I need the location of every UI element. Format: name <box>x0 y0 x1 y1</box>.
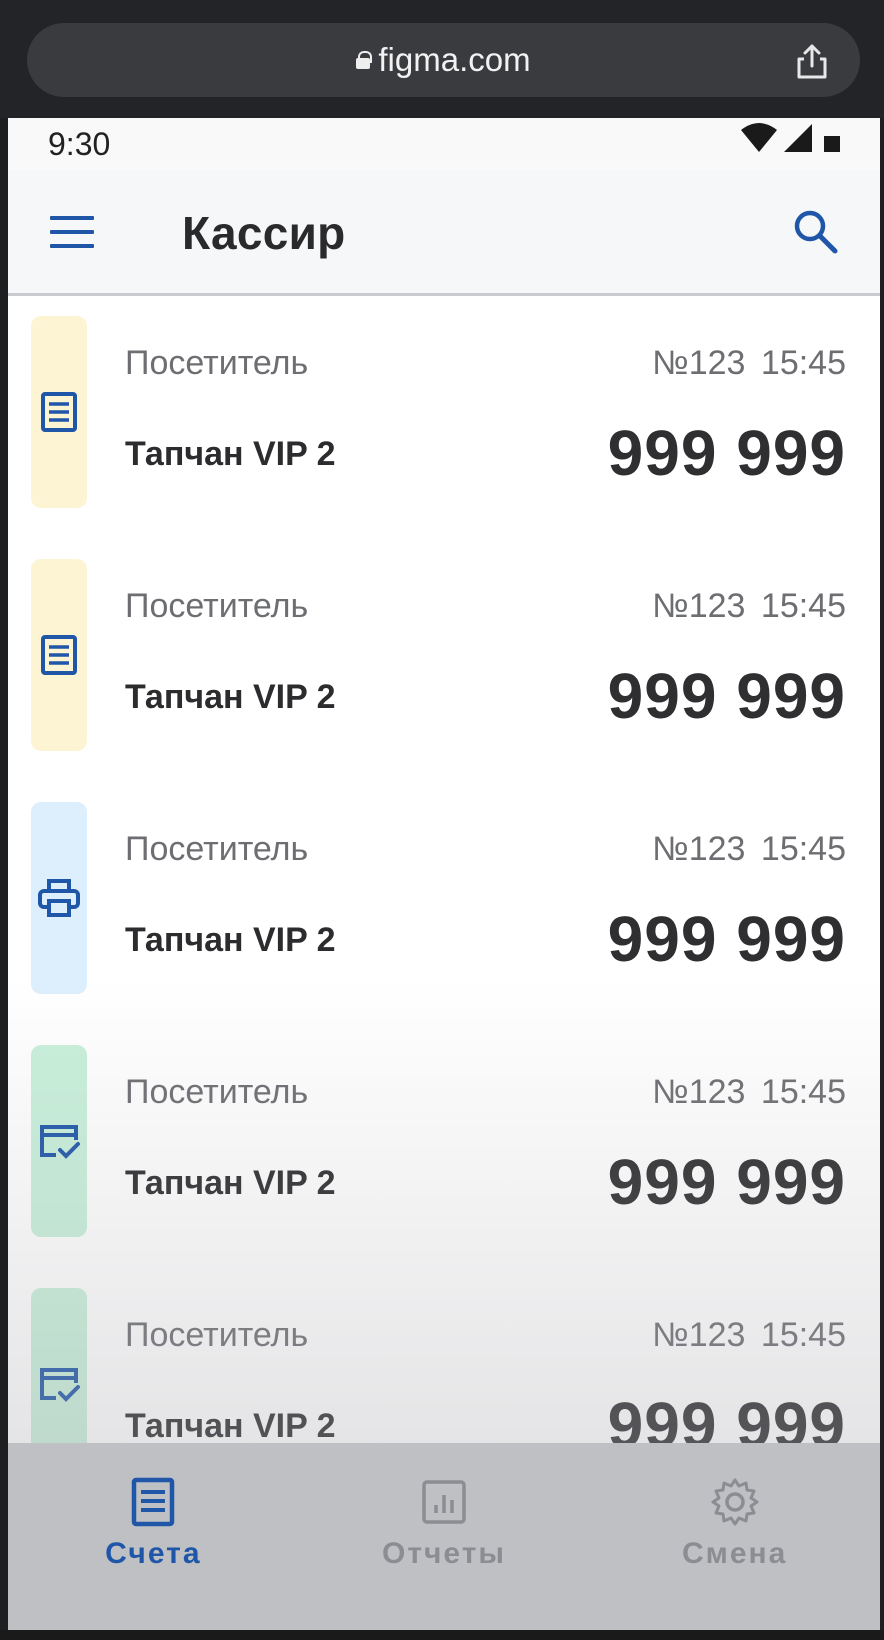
gear-icon <box>711 1478 759 1526</box>
order-meta: №123 15:45 <box>652 830 846 869</box>
order-time: 15:45 <box>760 344 846 382</box>
nav-label: Отчеты <box>381 1537 507 1570</box>
order-number: №123 <box>652 830 746 868</box>
visitor-label: Посетитель <box>125 1073 309 1111</box>
nav-item-accounts[interactable]: Счета <box>8 1443 299 1630</box>
address-bar[interactable]: figma.com <box>27 23 860 97</box>
receipt-icon <box>132 1477 175 1527</box>
printer-icon <box>38 879 80 917</box>
url-text: figma.com <box>378 41 531 78</box>
order-status-strip <box>31 1045 87 1237</box>
order-row[interactable]: Посетитель №123 15:45 Тапчан VIP 2 999 9… <box>8 298 880 541</box>
wifi-icon <box>741 123 777 152</box>
order-number: №123 <box>652 344 746 382</box>
order-time: 15:45 <box>760 1316 846 1354</box>
order-time: 15:45 <box>760 587 846 625</box>
browser-bar: figma.com <box>0 0 884 118</box>
order-meta: №123 15:45 <box>652 344 846 383</box>
order-row[interactable]: Посетитель №123 15:45 Тапчан VIP 2 999 9… <box>8 1027 880 1270</box>
order-meta: №123 15:45 <box>652 1316 846 1355</box>
order-meta: №123 15:45 <box>652 1073 846 1112</box>
visitor-label: Посетитель <box>125 830 309 868</box>
status-icons <box>740 122 842 154</box>
order-number: №123 <box>652 587 746 625</box>
order-row[interactable]: Посетитель №123 15:45 Тапчан VIP 2 999 9… <box>8 541 880 784</box>
battery-icon <box>824 136 840 152</box>
search-icon[interactable] <box>790 206 840 256</box>
status-bar: 9:30 <box>8 118 880 170</box>
order-amount: 999 999 <box>607 417 846 489</box>
order-status-strip <box>31 316 87 508</box>
bottom-nav: Счета Отчеты Смена <box>8 1443 880 1630</box>
order-number: №123 <box>652 1073 746 1111</box>
home-indicator <box>0 1630 884 1640</box>
table-name: Тапчан VIP 2 <box>125 1407 336 1445</box>
lock-icon <box>356 51 373 69</box>
order-row[interactable]: Посетитель №123 15:45 Тапчан VIP 2 999 9… <box>8 784 880 1027</box>
signal-icon <box>784 124 812 152</box>
order-amount: 999 999 <box>607 903 846 975</box>
table-name: Тапчан VIP 2 <box>125 678 336 716</box>
order-amount: 999 999 <box>607 1146 846 1218</box>
status-time: 9:30 <box>48 126 111 162</box>
nav-item-shift[interactable]: Смена <box>589 1443 880 1630</box>
receipt-icon <box>41 392 77 432</box>
chart-icon <box>422 1480 466 1524</box>
app-bar: Кассир <box>8 170 880 296</box>
page-title: Кассир <box>182 207 346 259</box>
card-check-icon <box>40 1125 80 1159</box>
orders-list: Посетитель №123 15:45 Тапчан VIP 2 999 9… <box>8 298 880 1513</box>
nav-label: Смена <box>682 1537 788 1570</box>
order-time: 15:45 <box>760 830 846 868</box>
visitor-label: Посетитель <box>125 344 309 382</box>
order-number: №123 <box>652 1316 746 1354</box>
phone-screen: 9:30 Кассир Посетитель №123 15:45 Тапчан… <box>8 118 880 1630</box>
nav-item-reports[interactable]: Отчеты <box>299 1443 590 1630</box>
table-name: Тапчан VIP 2 <box>125 1164 336 1202</box>
card-check-icon <box>40 1368 80 1402</box>
url-display: figma.com <box>356 41 531 79</box>
order-status-strip <box>31 559 87 751</box>
order-status-strip <box>31 802 87 994</box>
order-amount: 999 999 <box>607 660 846 732</box>
share-icon[interactable] <box>792 42 832 82</box>
table-name: Тапчан VIP 2 <box>125 921 336 959</box>
nav-label: Счета <box>105 1537 202 1570</box>
visitor-label: Посетитель <box>125 587 309 625</box>
visitor-label: Посетитель <box>125 1316 309 1354</box>
menu-icon[interactable] <box>50 214 94 250</box>
order-meta: №123 15:45 <box>652 587 846 626</box>
receipt-icon <box>41 635 77 675</box>
table-name: Тапчан VIP 2 <box>125 435 336 473</box>
order-time: 15:45 <box>760 1073 846 1111</box>
